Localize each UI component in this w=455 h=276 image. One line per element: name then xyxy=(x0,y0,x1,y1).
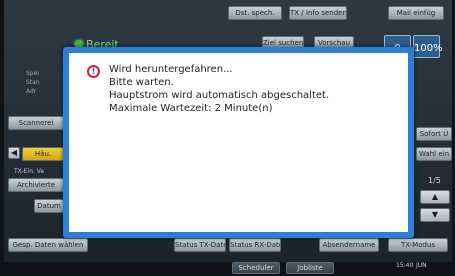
tx-mode-button[interactable]: TX-Modus xyxy=(388,238,448,252)
rx-file-status-button[interactable]: Status RX-Datei xyxy=(229,238,281,252)
arrow-left-icon: ◀ xyxy=(10,148,18,157)
warning-icon: ! xyxy=(87,65,100,78)
tab-destination-spec[interactable]: Dst. spech. xyxy=(228,6,282,20)
arrow-down-icon: ▼ xyxy=(431,210,439,219)
shutdown-dialog-body: ! Wird heruntergefahren... Bitte warten.… xyxy=(69,53,408,232)
dialog-line-3: Hauptstrom wird automatisch abgeschaltet… xyxy=(109,90,330,101)
page-indicator: 1/5 xyxy=(428,176,441,185)
arrow-up-icon: ▲ xyxy=(431,192,439,201)
scroll-down-button[interactable]: ▼ xyxy=(420,208,450,222)
dialog-message: Wird heruntergefahren... Bitte warten. H… xyxy=(109,63,398,115)
date-button[interactable]: Datum xyxy=(34,199,64,213)
tab-mail-insert[interactable]: Mail einfüg xyxy=(388,6,444,20)
tx-file-status-button[interactable]: Status TX-Datei xyxy=(174,238,226,252)
left-label-3: Adr xyxy=(26,88,37,95)
dialog-line-4: Maximale Wartezeit: 2 Minute(n) xyxy=(109,103,273,114)
scroll-left-button[interactable]: ◀ xyxy=(8,147,20,159)
left-label-1: Spei xyxy=(26,70,39,77)
archived-button[interactable]: Archivierte xyxy=(8,178,64,192)
fax-screen: Dst. spech. TX / Info senden Mail einfüg… xyxy=(4,0,452,276)
clock-date: JUN xyxy=(416,262,427,269)
footer-bar xyxy=(4,262,452,276)
scheduler-button[interactable]: Scheduler xyxy=(232,262,280,274)
send-immediately-button[interactable]: Sofort Ü xyxy=(416,127,452,141)
shutdown-dialog: ! Wird heruntergefahren... Bitte warten.… xyxy=(63,47,414,238)
dial-on-button[interactable]: Wahl ein xyxy=(416,147,452,161)
memory-percent-counter: 100% xyxy=(413,35,443,58)
frequent-item[interactable]: Häu. xyxy=(22,147,64,161)
clock-time: 15:40 xyxy=(396,262,414,269)
tx-settings-label: TX-Ein. Ve xyxy=(14,168,45,175)
memory-percent-value: 100% xyxy=(414,43,443,54)
dialog-line-2: Bitte warten. xyxy=(109,77,174,88)
scroll-up-button[interactable]: ▲ xyxy=(420,190,450,204)
sender-name-button[interactable]: Absendername xyxy=(319,238,379,252)
job-list-button[interactable]: Jobliste xyxy=(286,262,334,274)
select-stored-data-button[interactable]: Gesp. Daten wählen xyxy=(8,238,88,252)
scanner-button[interactable]: Scannerei xyxy=(8,116,64,130)
dialog-line-1: Wird heruntergefahren... xyxy=(109,64,233,75)
tab-tx-info[interactable]: TX / Info senden xyxy=(289,6,347,20)
left-label-2: Stan xyxy=(26,79,40,86)
